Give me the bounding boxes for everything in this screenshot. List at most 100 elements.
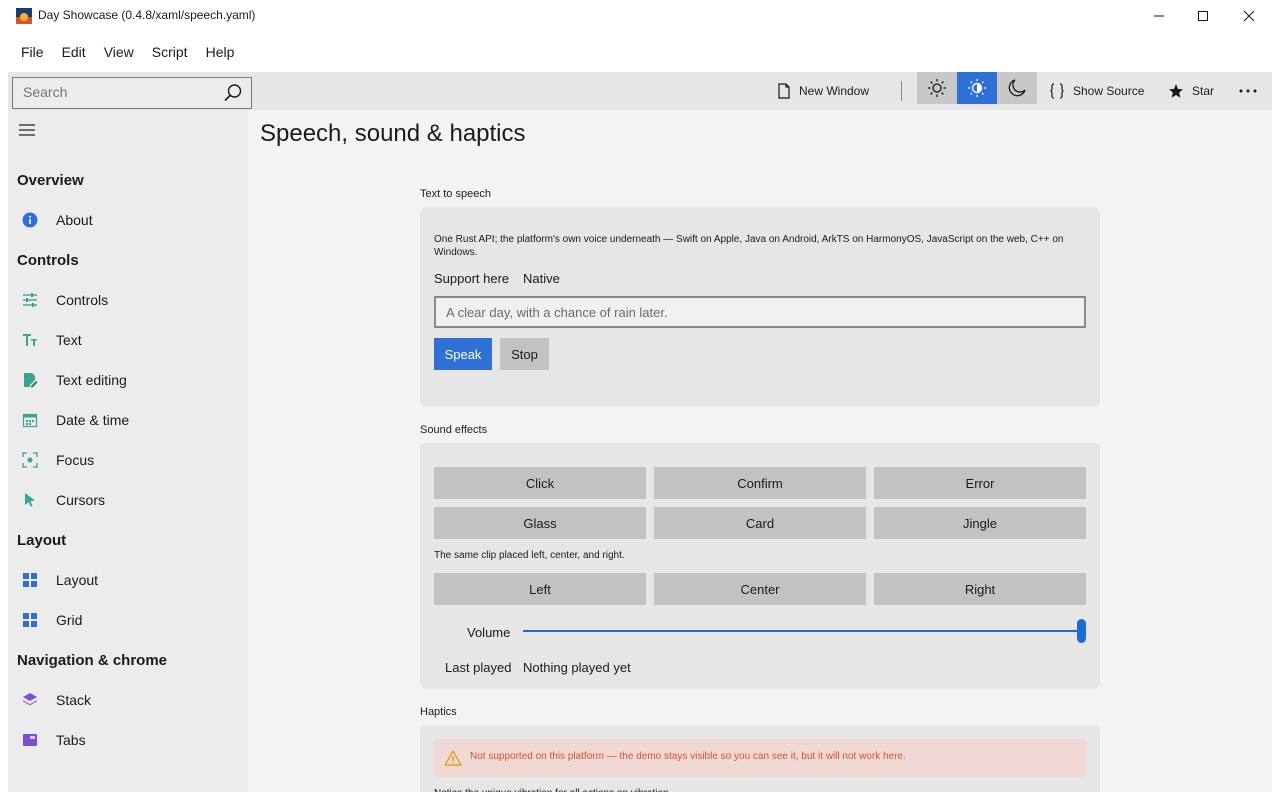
sidebar-item-controls[interactable]: Controls [8,282,248,318]
nav-group-overview: Overview [17,172,84,189]
new-window-label: New Window [799,84,870,98]
toolbar-divider [901,81,902,101]
show-source-button[interactable]: Show Source [1049,72,1144,110]
sidebar-item-tabs[interactable]: Tabs [8,722,248,758]
sidebar-item-about[interactable]: About [8,202,248,238]
dark-theme-button[interactable] [997,72,1037,104]
tabs-icon [23,734,37,746]
menu-edit[interactable]: Edit [53,38,95,66]
sun-icon [928,79,946,97]
show-source-label: Show Source [1073,84,1145,98]
click-sound-button[interactable]: Click [434,467,646,499]
layout-grid-icon [23,573,37,587]
close-button[interactable] [1226,0,1272,32]
light-theme-button[interactable] [917,72,957,104]
sidebar-item-cursors[interactable]: Cursors [8,482,248,518]
pan-left-button[interactable]: Left [434,573,646,605]
support-label: Support here [434,271,510,286]
info-icon [22,212,38,228]
document-edit-icon [24,373,38,388]
tts-description: One Rust API; the platform's own voice u… [434,234,1064,258]
sidebar-item-label: Focus [56,452,95,468]
sidebar-item-label: Grid [56,612,83,628]
title-bar: Day Showcase (0.4.8/xaml/speech.yaml) [0,0,1280,32]
sidebar-item-text-editing[interactable]: Text editing [8,362,248,398]
search-input[interactable] [23,84,213,100]
grid-icon [23,613,37,627]
volume-slider-track[interactable] [523,630,1081,632]
more-icon [1239,89,1257,93]
support-value: Native [523,271,560,286]
menu-bar: File Edit View Script Help [0,36,243,68]
sidebar-item-stack[interactable]: Stack [8,682,248,718]
sidebar-item-label: About [56,212,93,228]
sfx-section-title: Sound effects [420,424,488,436]
menu-view[interactable]: View [95,38,143,66]
cursor-icon [25,493,35,507]
sliders-icon [23,293,37,307]
last-played-value: Nothing played yet [523,660,631,675]
document-icon [778,83,790,99]
menu-file[interactable]: File [12,38,53,66]
speak-button[interactable]: Speak [434,338,492,370]
search-box[interactable] [12,77,252,109]
glass-sound-button[interactable]: Glass [434,507,646,539]
page-title: Speech, sound & haptics [260,120,526,147]
calendar-icon [22,413,38,428]
pan-center-button[interactable]: Center [654,573,866,605]
haptics-section-title: Haptics [420,706,457,718]
jingle-sound-button[interactable]: Jingle [874,507,1086,539]
warning-text: Not supported on this platform — the dem… [470,751,906,762]
sidebar-item-date-time[interactable]: Date & time [8,402,248,438]
error-sound-button[interactable]: Error [874,467,1086,499]
tts-section-title: Text to speech [420,188,491,200]
maximize-button[interactable] [1180,0,1226,32]
search-icon[interactable] [223,83,243,103]
star-label: Star [1192,84,1215,98]
volume-slider-thumb[interactable] [1076,619,1086,643]
card-sound-button[interactable]: Card [654,507,866,539]
haptics-note: Notice the unique vibration for all acti… [434,788,671,792]
more-options-button[interactable] [1238,72,1266,110]
sidebar-item-layout[interactable]: Layout [8,562,248,598]
close-icon [1243,10,1255,22]
minimize-button[interactable] [1136,0,1182,32]
moon-icon [1008,79,1026,97]
volume-label: Volume [467,625,511,640]
tts-text-input[interactable] [434,296,1086,328]
auto-theme-button[interactable] [957,72,997,104]
sidebar-item-label: Date & time [56,412,130,428]
stop-button[interactable]: Stop [500,338,549,370]
confirm-sound-button[interactable]: Confirm [654,467,866,499]
star-button[interactable]: Star [1168,72,1214,110]
sidebar-item-label: Controls [56,292,109,308]
warning-icon [444,750,462,766]
window-title: Day Showcase (0.4.8/xaml/speech.yaml) [38,8,256,22]
menu-script[interactable]: Script [143,38,197,66]
sidebar-item-label: Text editing [56,372,127,388]
menu-help[interactable]: Help [197,38,244,66]
sidebar-item-label: Tabs [56,732,86,748]
app-logo-icon [16,8,32,24]
sidebar-item-label: Cursors [56,492,106,508]
sidebar-item-text[interactable]: Text [8,322,248,358]
hamburger-menu-icon[interactable] [18,122,38,140]
sidebar-item-grid[interactable]: Grid [8,602,248,638]
sidebar-item-label: Text [56,332,82,348]
text-size-icon [23,334,37,346]
pan-note: The same clip placed left, center, and r… [434,550,625,561]
maximize-icon [1198,11,1208,21]
nav-group-controls: Controls [17,252,79,269]
minimize-icon [1154,15,1164,17]
sidebar-item-focus[interactable]: Focus [8,442,248,478]
sidebar-item-label: Layout [56,572,99,588]
stack-icon [23,693,37,706]
focus-icon [22,452,38,468]
nav-group-layout: Layout [17,532,67,549]
star-icon [1169,84,1183,98]
pan-right-button[interactable]: Right [874,573,1086,605]
new-window-button[interactable]: New Window [777,72,869,110]
brightness-auto-icon [968,79,986,97]
sidebar-item-label: Stack [56,692,92,708]
braces-icon [1050,83,1064,99]
